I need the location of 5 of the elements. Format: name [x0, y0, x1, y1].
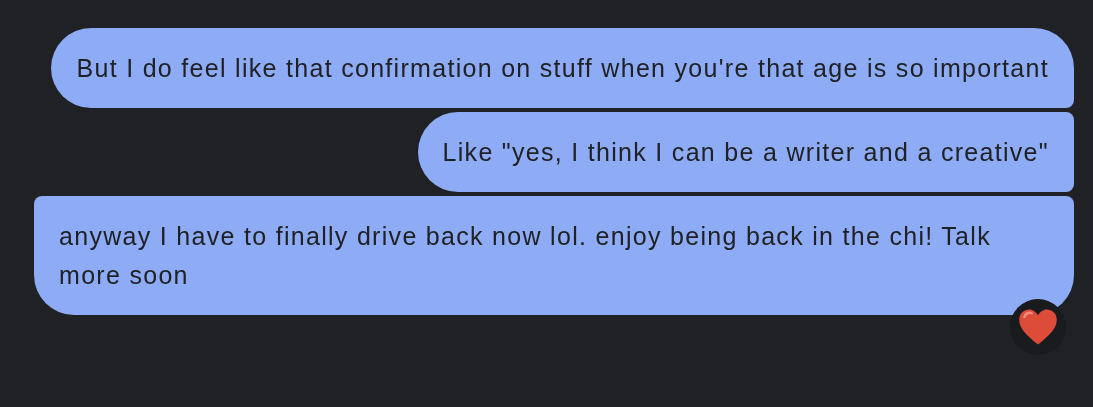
message-bubble: anyway I have to finally drive back now lol. enjoy being back in the chi! Talk more soon: [34, 196, 1074, 315]
message-bubble: But I do feel like that confirmation on stuff when you're that age is so important: [51, 28, 1074, 108]
heart-icon: [1018, 308, 1058, 346]
message-bubble: Like "yes, I think I can be a writer and a creative": [417, 112, 1074, 192]
reaction-badge[interactable]: [1010, 299, 1066, 355]
